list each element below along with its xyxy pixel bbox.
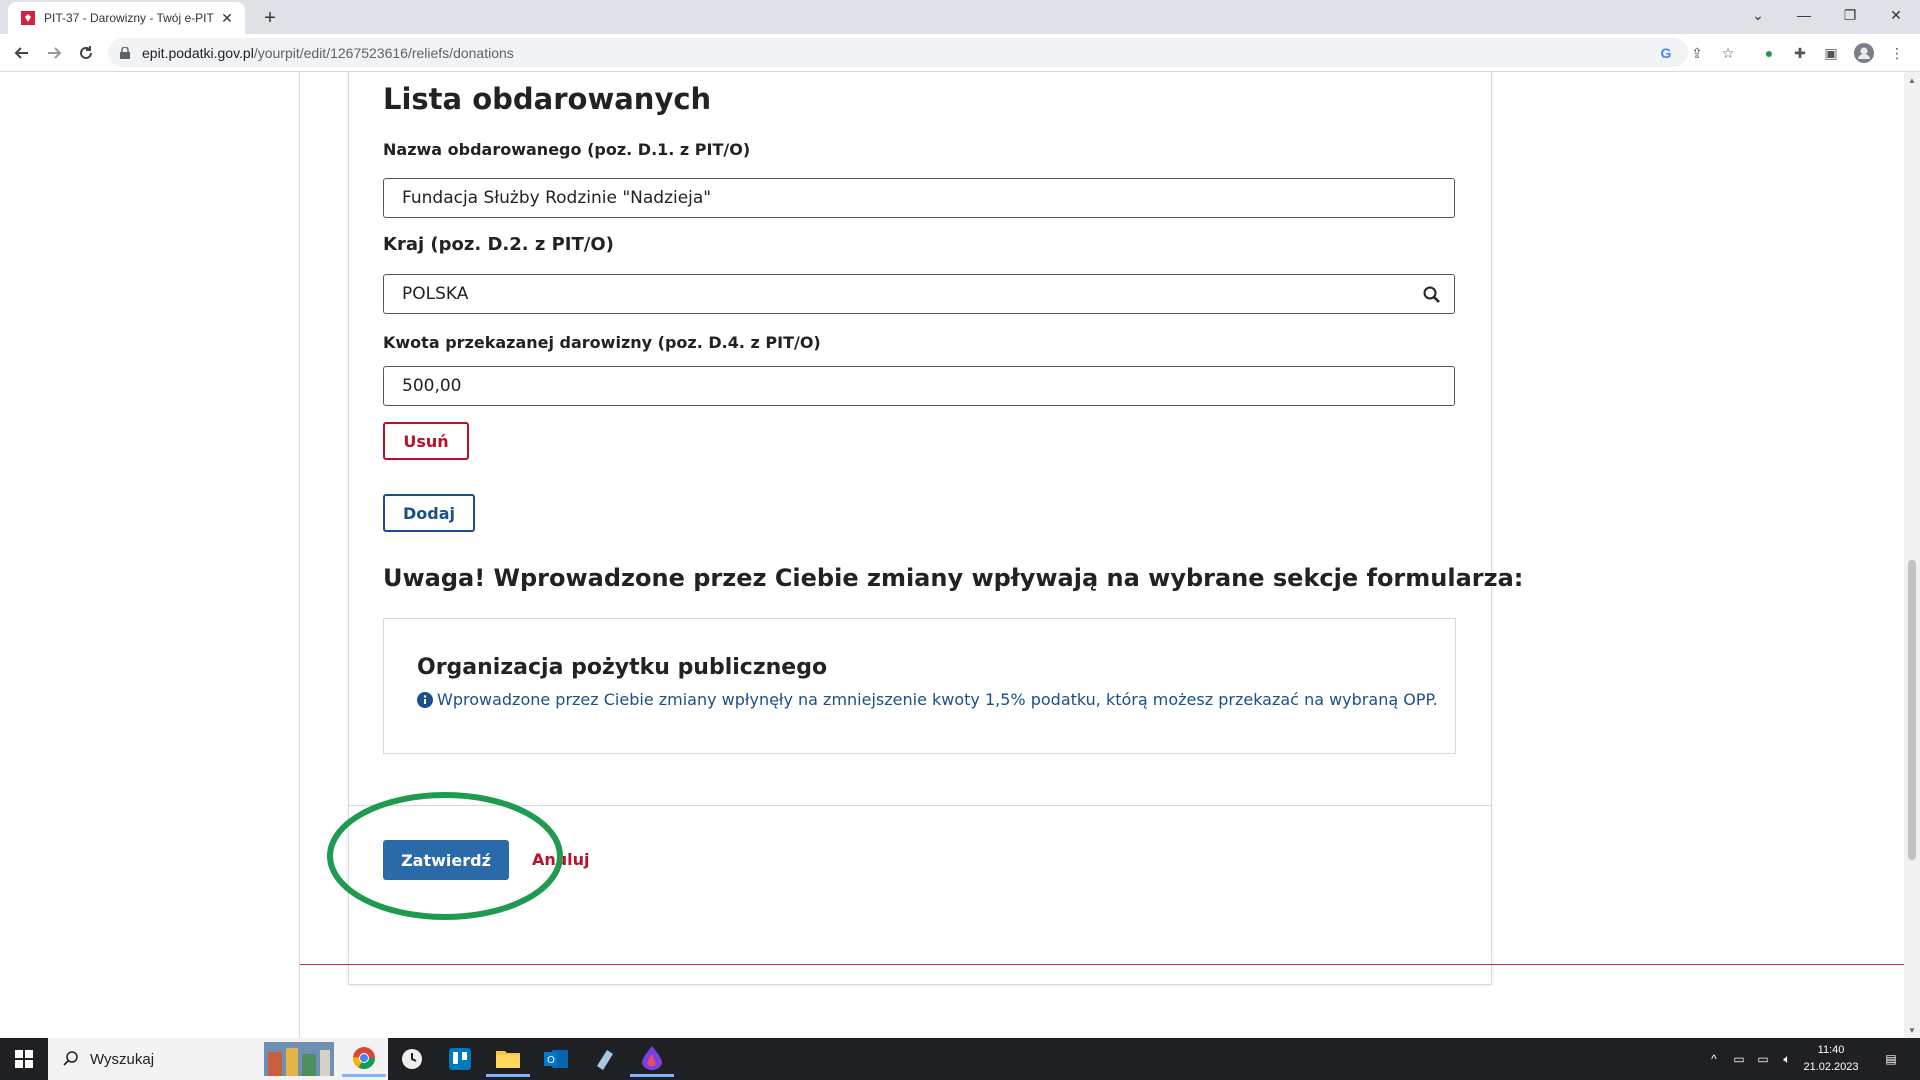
- add-button[interactable]: Dodaj: [383, 494, 475, 532]
- section-title: Lista obdarowanych: [383, 82, 712, 116]
- tab-title: PIT-37 - Darowizny - Twój e-PIT: [44, 11, 214, 25]
- notifications-icon[interactable]: ▤: [1882, 1050, 1900, 1068]
- notes-app-icon[interactable]: [582, 1041, 626, 1077]
- taskbar-search-box[interactable]: Wyszukaj: [48, 1038, 388, 1080]
- extensions-puzzle-icon[interactable]: ✚: [1789, 42, 1811, 64]
- search-icon[interactable]: [1422, 285, 1442, 305]
- outlook-icon[interactable]: O: [534, 1041, 578, 1077]
- side-panel-icon[interactable]: ▣: [1820, 42, 1842, 64]
- address-bar[interactable]: epit.podatki.gov.pl/yourpit/edit/1267523…: [108, 38, 1688, 67]
- browser-tab[interactable]: PIT-37 - Darowizny - Twój e-PIT ✕: [8, 2, 245, 34]
- highlight-ellipse-annotation: [327, 792, 563, 920]
- windows-taskbar: Wyszukaj O ^ ▭ ▭ 🔈︎ 11:40 21.02.2023 ▤: [0, 1038, 1920, 1080]
- browser-toolbar: epit.podatki.gov.pl/yourpit/edit/1267523…: [0, 34, 1920, 72]
- share-icon[interactable]: ⇪: [1686, 42, 1708, 64]
- page-scrollbar[interactable]: ▲ ▼: [1904, 72, 1920, 1038]
- scroll-down-icon[interactable]: ▼: [1908, 1026, 1916, 1035]
- minimize-icon[interactable]: —: [1781, 0, 1827, 30]
- country-label: Kraj (poz. D.2. z PIT/O): [383, 234, 614, 255]
- close-tab-icon[interactable]: ✕: [217, 8, 237, 28]
- left-column-divider: [299, 72, 300, 1038]
- bookmark-star-icon[interactable]: ☆: [1717, 42, 1739, 64]
- clock-time: 11:40: [1817, 1044, 1845, 1056]
- new-tab-icon[interactable]: +: [258, 6, 282, 30]
- restore-icon[interactable]: ❐: [1827, 0, 1873, 30]
- amount-input[interactable]: 500,00: [383, 366, 1455, 406]
- info-icon: [417, 691, 433, 708]
- chrome-icon[interactable]: [342, 1041, 386, 1077]
- windows-start-icon[interactable]: [0, 1038, 48, 1080]
- country-value: POLSKA: [402, 284, 469, 304]
- scroll-up-icon[interactable]: ▲: [1908, 76, 1916, 85]
- svg-text:O: O: [547, 1055, 555, 1066]
- clock-app-icon[interactable]: [390, 1041, 434, 1077]
- lock-icon: [120, 46, 134, 60]
- country-search-input[interactable]: POLSKA: [383, 274, 1455, 314]
- warning-title: Uwaga! Wprowadzone przez Ciebie zmiany w…: [383, 564, 1524, 592]
- menu-kebab-icon[interactable]: ⋮: [1886, 42, 1908, 64]
- browser-tabbar: PIT-37 - Darowizny - Twój e-PIT ✕ + ⌄ — …: [0, 0, 1920, 34]
- extension-green-icon[interactable]: ●: [1758, 42, 1780, 64]
- volume-icon[interactable]: 🔈︎: [1778, 1050, 1796, 1068]
- search-highlight-image-icon[interactable]: [262, 1041, 336, 1077]
- info-box-message: Wprowadzone przez Ciebie zmiany wpłynęły…: [417, 690, 1438, 709]
- gov-emblem-icon: [20, 10, 36, 26]
- taskbar-search-placeholder: Wyszukaj: [90, 1050, 155, 1068]
- forward-icon[interactable]: [42, 41, 66, 65]
- tab-search-icon[interactable]: ⌄: [1735, 0, 1781, 30]
- scroll-thumb[interactable]: [1908, 560, 1916, 860]
- file-explorer-icon[interactable]: [486, 1041, 530, 1077]
- meet-now-icon[interactable]: ▭: [1730, 1050, 1748, 1068]
- taskbar-clock[interactable]: 11:40 21.02.2023: [1795, 1042, 1867, 1076]
- info-box-title: Organizacja pożytku publicznego: [417, 655, 828, 680]
- reload-icon[interactable]: [74, 41, 98, 65]
- url-host: epit.podatki.gov.pl: [142, 44, 254, 61]
- google-icon[interactable]: G: [1655, 42, 1677, 64]
- donee-name-input[interactable]: Fundacja Służby Rodzinie "Nadzieja": [383, 178, 1455, 218]
- clock-date: 21.02.2023: [1803, 1061, 1859, 1073]
- footer-divider: [300, 964, 1904, 965]
- droplet-app-icon[interactable]: [630, 1041, 674, 1077]
- remove-button[interactable]: Usuń: [383, 422, 469, 460]
- network-icon[interactable]: ▭: [1754, 1050, 1772, 1068]
- donee-name-label: Nazwa obdarowanego (poz. D.1. z PIT/O): [383, 140, 751, 159]
- close-window-icon[interactable]: ✕: [1873, 0, 1919, 30]
- page-viewport: Lista obdarowanych Nazwa obdarowanego (p…: [0, 72, 1904, 1038]
- amount-label: Kwota przekazanej darowizny (poz. D.4. z…: [383, 333, 821, 352]
- opp-info-box: Organizacja pożytku publicznego Wprowadz…: [383, 618, 1456, 754]
- back-icon[interactable]: [10, 41, 34, 65]
- info-box-text: Wprowadzone przez Ciebie zmiany wpłynęły…: [437, 690, 1438, 709]
- show-hidden-icons-icon[interactable]: ^: [1705, 1050, 1723, 1068]
- trello-icon[interactable]: [438, 1041, 482, 1077]
- url-path: /yourpit/edit/1267523616/reliefs/donatio…: [253, 44, 514, 61]
- search-icon: [62, 1050, 80, 1068]
- profile-avatar-icon[interactable]: [1853, 42, 1875, 64]
